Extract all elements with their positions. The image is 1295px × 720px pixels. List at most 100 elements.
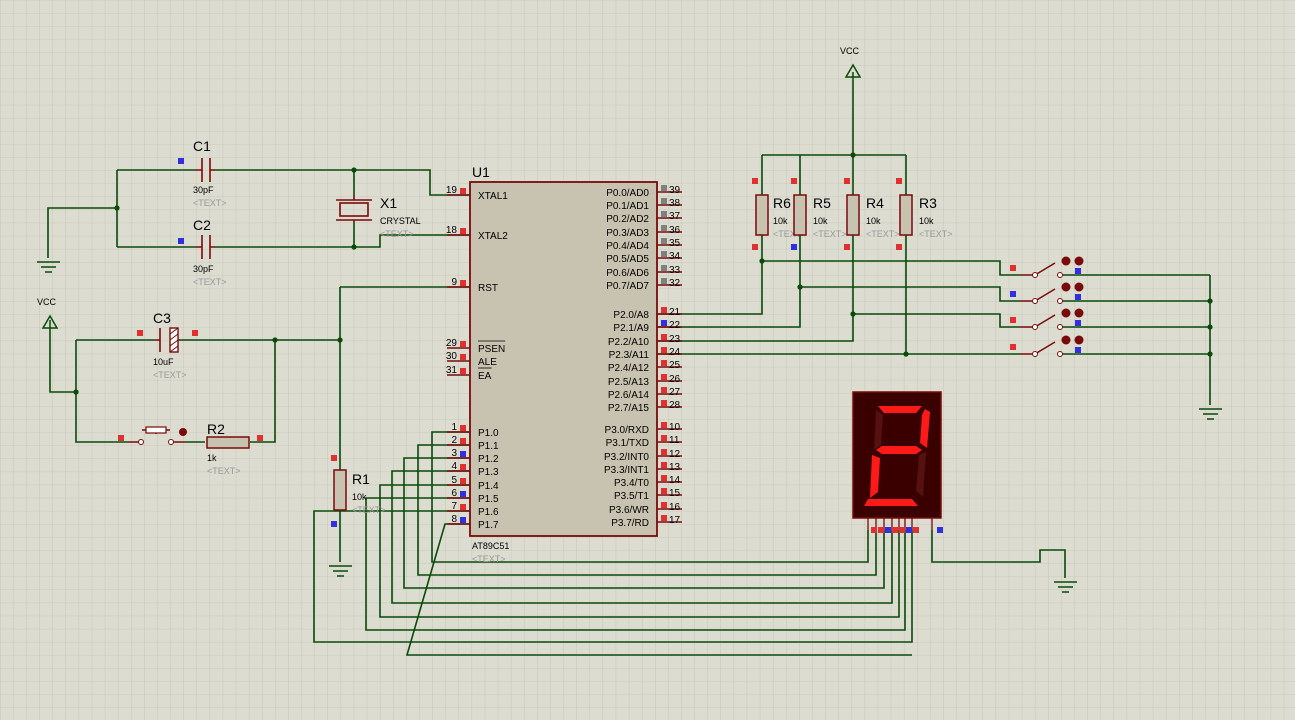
mcu-pin-number: 35 [669,238,681,249]
svg-text:C3: C3 [153,310,171,326]
mcu-pin-label: P2.6/A14 [608,390,650,401]
mcu-pin-label: P1.0 [478,428,499,439]
mcu-pin-number: 29 [446,338,458,349]
segment-d [864,499,918,506]
mcu-pin-label: P1.4 [478,481,499,492]
mcu-pin-number: 18 [446,225,458,236]
svg-text:1k: 1k [207,453,217,463]
svg-text:R2: R2 [207,421,225,437]
svg-text:30pF: 30pF [193,264,214,274]
mcu-pin-label: P2.4/A12 [608,363,650,374]
mcu-pin-label: P2.3/A11 [609,350,650,361]
mcu-pin-label: P3.5/T1 [614,491,649,502]
svg-text:<TEXT>: <TEXT> [193,198,227,208]
mcu-pin-label: P3.2/INT0 [604,452,649,463]
mcu-pin-label: P3.4/T0 [614,478,649,489]
svg-text:<TEXT>: <TEXT> [813,229,847,239]
mcu-pin-number: 8 [451,514,457,525]
mcu-pin-number: 19 [446,185,458,196]
mcu-pin-label: P1.5 [478,494,499,505]
mcu-pin-number: 14 [669,475,681,486]
mcu-pin-number: 15 [669,488,681,499]
mcu-pin-number: 7 [451,501,457,512]
svg-text:<TEXT>: <TEXT> [919,229,953,239]
vcc-left-label: VCC [37,297,57,307]
mcu-pin-label: P0.0/AD0 [606,188,649,199]
mcu-pin-label: XTAL1 [478,191,508,202]
segment-a [878,406,922,413]
mcu-pin-number: 39 [669,185,681,196]
svg-text:10k: 10k [773,216,788,226]
svg-text:C2: C2 [193,217,211,233]
mcu-pin-number: 28 [669,400,681,411]
mcu-pin-number: 10 [669,422,681,433]
mcu-pin-number: 31 [446,365,458,376]
svg-text:<TEXT>: <TEXT> [193,277,227,287]
mcu-pin-label: P0.6/AD6 [606,268,649,279]
svg-text:<TEXT>: <TEXT> [352,505,386,515]
mcu-pin-number: 36 [669,225,681,236]
mcu-pin-label: P2.7/A15 [608,403,650,414]
svg-text:10k: 10k [813,216,828,226]
mcu-pin-label: P2.0/A8 [613,310,649,321]
svg-text:X1: X1 [380,195,397,211]
svg-text:30pF: 30pF [193,185,214,195]
mcu-pin-label: ALE [478,357,497,368]
svg-text:10k: 10k [866,216,881,226]
mcu-pin-number: 11 [669,435,680,446]
mcu-pin-label: P3.1/TXD [606,438,649,449]
svg-text:C1: C1 [193,138,211,154]
mcu-pin-number: 1 [451,422,457,433]
mcu-pin-label: P1.1 [478,441,499,452]
mcu-pin-label: P3.6/WR [609,505,649,516]
mcu-pin-number: 30 [446,351,458,362]
mcu-pin-label: P0.7/AD7 [606,281,649,292]
mcu-pin-label: P2.5/A13 [608,377,650,388]
svg-text:<TEXT>: <TEXT> [866,229,900,239]
mcu-pin-label: P1.6 [478,507,499,518]
svg-text:<TEXT>: <TEXT> [207,466,241,476]
mcu-pin-label: P3.0/RXD [605,425,649,436]
svg-text:<TEXT>: <TEXT> [380,229,414,239]
svg-text:<TEXT>: <TEXT> [153,370,187,380]
mcu-pin-number: 27 [669,387,681,398]
mcu-text: <TEXT> [472,554,506,564]
mcu-pin-label: P0.1/AD1 [606,201,649,212]
mcu-pin-label: RST [478,283,498,294]
mcu-pin-label: P3.7/RD [611,518,649,529]
mcu-pin-label: P1.3 [478,467,499,478]
mcu-part: AT89C51 [472,541,509,551]
mcu-pin-label: P0.4/AD4 [606,241,649,252]
segment-g [876,446,922,454]
mcu-pin-number: 6 [451,488,457,499]
mcu-pin-label: P0.3/AD3 [606,228,649,239]
mcu-pin-number: 32 [669,278,681,289]
mcu-pin-number: 12 [669,449,681,460]
mcu-pin-label: PSEN [478,344,505,355]
mcu-pin-number: 2 [451,435,457,446]
mcu-pin-label: XTAL2 [478,231,508,242]
mcu-pin-number: 37 [669,211,681,222]
mcu-pin-number: 9 [451,277,457,288]
mcu-pin-number: 25 [669,360,681,371]
svg-text:CRYSTAL: CRYSTAL [380,216,421,226]
mcu-pin-label: EA [478,371,492,382]
mcu-pin-number: 33 [669,265,681,276]
mcu-pin-number: 16 [669,502,681,513]
svg-text:10k: 10k [919,216,934,226]
mcu-pin-number: 26 [669,374,681,385]
mcu-pin-number: 4 [451,461,457,472]
mcu-at89c51[interactable]: U1 AT89C51 <TEXT> 19XTAL118XTAL29RST29PS… [446,164,682,564]
mcu-pin-number: 21 [669,307,681,318]
mcu-pin-label: P0.2/AD2 [606,214,649,225]
svg-text:R6: R6 [773,195,791,211]
mcu-pin-label: P0.5/AD5 [606,254,649,265]
mcu-pin-number: 3 [451,448,457,459]
mcu-pin-number: 38 [669,198,681,209]
mcu-pin-number: 13 [669,462,681,473]
mcu-pin-label: P2.2/A10 [608,337,650,348]
mcu-pin-number: 5 [451,475,457,486]
mcu-pin-label: P2.1/A9 [613,323,649,334]
schematic-canvas[interactable]: VCC VCC C1 30pF <TEXT> C2 30pF <TEXT> X1… [0,0,1295,720]
mcu-pin-label: P3.3/INT1 [604,465,649,476]
